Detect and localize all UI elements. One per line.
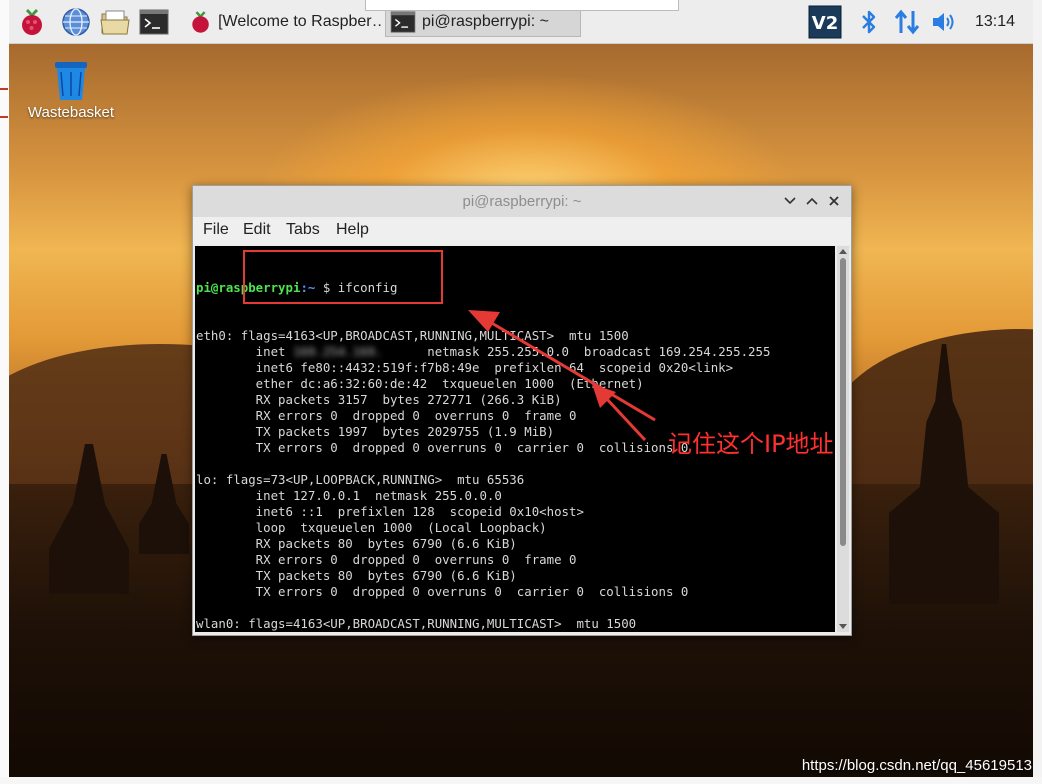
redacted-ip-address: 169.254.169.	[292, 344, 383, 359]
bottom-page-edge	[0, 777, 1042, 784]
svg-text:V2: V2	[812, 13, 838, 34]
terminal-titlebar[interactable]: pi@raspberrypi: ~	[193, 186, 851, 217]
network-updown-icon	[894, 9, 920, 35]
taskbar-app-welcome[interactable]: [Welcome to Raspber…	[185, 7, 381, 37]
terminal-line: inet6 ::1 prefixlen 128 scopeid 0x10<hos…	[196, 504, 584, 519]
watermark-url: https://blog.csdn.net/qq_45619513	[801, 757, 1032, 774]
terminal-line: RX packets 80 bytes 6790 (6.6 KiB)	[196, 536, 517, 551]
minimize-button[interactable]	[781, 192, 799, 210]
edge-mark	[0, 116, 8, 118]
chevron-up-icon	[806, 197, 818, 205]
menu-help[interactable]: Help	[336, 221, 369, 239]
wastebasket-label: Wastebasket	[27, 104, 115, 121]
edge-mark	[0, 88, 8, 90]
scroll-up-arrow-icon[interactable]	[839, 249, 847, 254]
terminal-icon	[139, 9, 169, 35]
raspberry-menu-icon	[22, 8, 42, 35]
vnc-tray-button[interactable]: V2	[807, 5, 843, 39]
scroll-down-arrow-icon[interactable]	[839, 624, 847, 629]
menu-edit[interactable]: Edit	[243, 221, 271, 239]
terminal-title: pi@raspberrypi: ~	[462, 193, 582, 210]
terminal-line: TX packets 80 bytes 6790 (6.6 KiB)	[196, 568, 517, 583]
maximize-button[interactable]	[803, 192, 821, 210]
taskbar-app-label: pi@raspberrypi: ~	[422, 13, 549, 30]
top-popup-edge	[365, 0, 679, 11]
terminal-line: wlan0: flags=4163<UP,BROADCAST,RUNNING,M…	[196, 616, 637, 631]
terminal-line: loop txqueuelen 1000 (Local Loopback)	[196, 520, 547, 535]
browser-globe-icon	[62, 8, 90, 36]
volume-tray-button[interactable]	[929, 6, 959, 38]
terminal-line: eth0: flags=4163<UP,BROADCAST,RUNNING,MU…	[196, 328, 629, 343]
terminal-line: lo: flags=73<UP,LOOPBACK,RUNNING> mtu 65…	[196, 472, 525, 487]
network-tray-button[interactable]	[891, 6, 923, 38]
ip-highlight-box	[243, 250, 443, 304]
taskbar-clock[interactable]: 13:14	[975, 0, 1015, 44]
volume-icon	[933, 13, 954, 31]
terminal-line: inet 169.254.169. netmask 255.255.0.0 br…	[196, 344, 771, 359]
terminal-menubar: File Edit Tabs Help	[193, 217, 851, 245]
chevron-down-icon	[784, 197, 796, 205]
file-manager-launcher[interactable]	[97, 6, 133, 38]
scrollbar-thumb[interactable]	[840, 258, 846, 546]
file-manager-icon	[100, 10, 130, 35]
raspberry-icon	[192, 11, 209, 33]
terminal-launcher[interactable]	[137, 6, 171, 38]
browser-launcher[interactable]	[59, 6, 93, 38]
close-icon	[829, 196, 839, 206]
raspberry-menu-button[interactable]	[15, 6, 49, 38]
trash-bin-icon	[55, 62, 87, 100]
menu-file[interactable]: File	[203, 221, 229, 239]
wastebasket-desktop-icon[interactable]: Wastebasket	[23, 56, 119, 121]
terminal-line: ether dc:a6:32:60:de:42 txqueuelen 1000 …	[196, 376, 644, 391]
terminal-line: RX errors 0 dropped 0 overruns 0 frame 0	[196, 552, 577, 567]
terminal-line: RX errors 0 dropped 0 overruns 0 frame 0	[196, 408, 577, 423]
terminal-line: inet6 fe80::4432:519f:f7b8:49e prefixlen…	[196, 360, 734, 375]
taskbar-app-terminal[interactable]: pi@raspberrypi: ~	[385, 7, 581, 37]
terminal-icon	[390, 11, 416, 33]
terminal-line: RX packets 3157 bytes 272771 (266.3 KiB)	[196, 392, 562, 407]
terminal-line: TX errors 0 dropped 0 overruns 0 carrier…	[196, 584, 689, 599]
terminal-line: inet 127.0.0.1 netmask 255.0.0.0	[196, 488, 502, 503]
terminal-scrollbar[interactable]	[837, 246, 849, 632]
close-button[interactable]	[825, 192, 843, 210]
taskbar-app-label: [Welcome to Raspber…	[218, 13, 381, 30]
menu-tabs[interactable]: Tabs	[286, 221, 320, 239]
bluetooth-tray-button[interactable]	[855, 6, 883, 38]
vnc-icon: V2	[808, 5, 842, 39]
bluetooth-icon	[862, 10, 876, 34]
annotation-text: 记住这个IP地址	[668, 430, 834, 458]
